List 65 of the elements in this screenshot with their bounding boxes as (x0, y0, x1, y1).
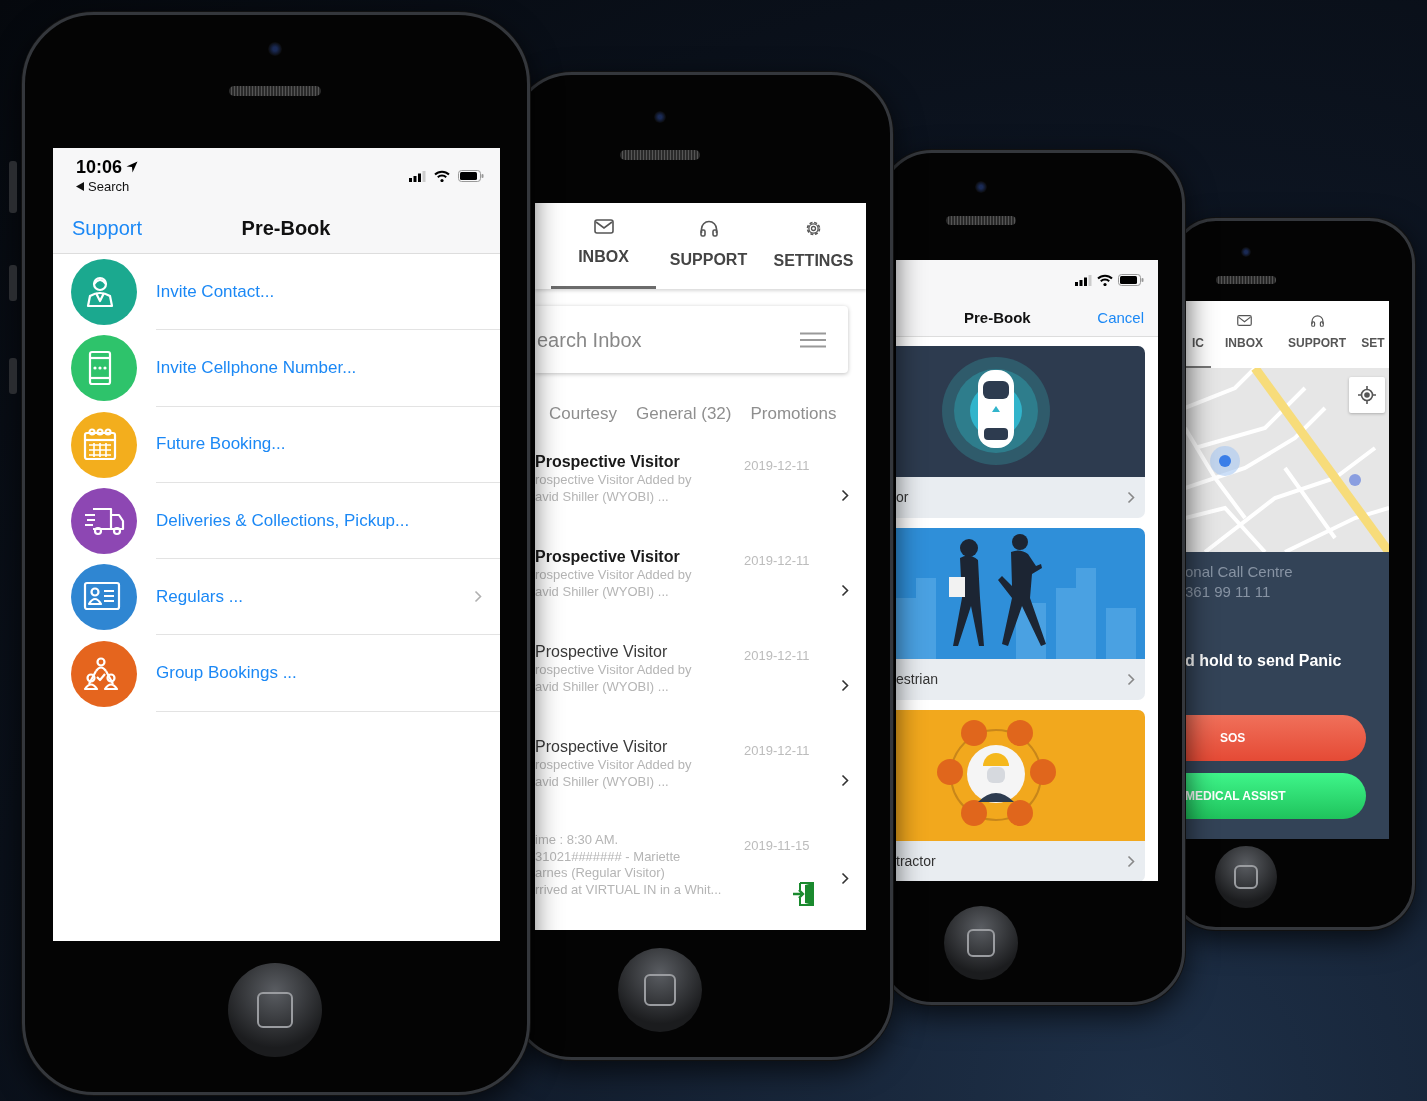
tab[interactable]: INBOX (551, 203, 656, 289)
tab[interactable]: SUPPORT (1277, 301, 1357, 368)
menu-icon[interactable] (800, 331, 826, 348)
battery-icon (1118, 274, 1144, 286)
camera-lens (975, 181, 987, 193)
headset-icon (1309, 314, 1325, 327)
chevron-right-icon (841, 774, 849, 787)
message-date: 2019-12-11 (744, 647, 810, 665)
chevron-right-icon (1127, 491, 1135, 504)
chevron-right-icon (1127, 673, 1135, 686)
chevron-right-icon (474, 590, 482, 604)
message-title[interactable]: Prospective Visitor (535, 452, 744, 472)
info-text: onal Call Centre (1185, 562, 1294, 582)
message-date: 2019-12-11 (744, 742, 810, 760)
option-label[interactable]: tractor (896, 851, 936, 872)
screen-title: Pre-Book (964, 307, 1031, 328)
wifi-icon (1097, 274, 1113, 286)
signal-icon (1075, 274, 1092, 286)
tab[interactable]: SET (1357, 301, 1389, 368)
message-date: 2019-12-11 (744, 552, 810, 570)
camera-lens (654, 111, 666, 123)
message-date: 2019-12-11 (744, 457, 810, 475)
mail-icon (593, 219, 614, 234)
search-field[interactable]: earch Inbox (535, 323, 800, 356)
message-title[interactable]: Prospective Visitor (535, 642, 744, 662)
mail-icon (1236, 314, 1252, 327)
panic-instruction: d hold to send Panic (1185, 651, 1343, 671)
chevron-right-icon (1127, 855, 1135, 868)
message-date: 2019-11-15 (744, 837, 810, 855)
message-preview: ime : 8:30 AM. (535, 832, 620, 849)
wifi-icon (434, 170, 450, 182)
option-label[interactable]: or (896, 487, 909, 508)
clock-time: 10:06 (76, 157, 123, 177)
speaker-grille (1216, 276, 1276, 284)
speaker-grille (946, 216, 1016, 225)
battery-icon (458, 170, 484, 182)
camera-lens (268, 42, 282, 56)
menu-item[interactable]: Deliveries & Collections, Pickup... (156, 507, 410, 534)
location-arrow-icon (126, 161, 139, 173)
chevron-right-icon (841, 584, 849, 597)
back-arrow-icon[interactable] (76, 181, 84, 191)
tab[interactable]: SUPPORT (656, 203, 761, 289)
info-text: 361 99 11 11 (1185, 582, 1272, 602)
screen-title: Pre-Book (241, 215, 331, 241)
door-icon (792, 881, 814, 906)
menu-item[interactable]: Invite Contact... (156, 278, 275, 305)
message-title[interactable]: Prospective Visitor (535, 737, 744, 757)
gear-icon (804, 219, 823, 238)
camera-lens (1241, 247, 1251, 257)
headset-icon (698, 219, 719, 237)
locate-icon (1358, 386, 1376, 404)
tab[interactable]: INBOX (1211, 301, 1277, 368)
back-link[interactable]: Search (88, 179, 130, 195)
chevron-right-icon (841, 871, 849, 885)
tab[interactable]: SETTINGS (761, 203, 866, 289)
menu-item[interactable]: Future Booking... (156, 431, 286, 457)
signal-icon (409, 170, 426, 182)
chevron-right-icon (841, 679, 849, 692)
menu-item[interactable]: Regulars ... (156, 584, 243, 610)
option-label[interactable]: estrian (896, 669, 939, 690)
locate-button[interactable] (1349, 377, 1385, 413)
menu-item[interactable]: Group Bookings ... (156, 660, 297, 686)
message-title[interactable]: Prospective Visitor (535, 547, 744, 567)
chevron-right-icon (841, 489, 849, 502)
menu-item[interactable]: Invite Cellphone Number... (156, 355, 357, 381)
